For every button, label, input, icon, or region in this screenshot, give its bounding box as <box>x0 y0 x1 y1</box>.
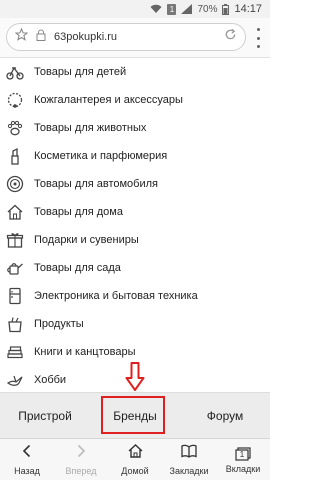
bookmarks-button[interactable]: Закладки <box>162 439 216 480</box>
forward-button[interactable]: Вперед <box>54 439 108 480</box>
home-icon <box>128 444 143 463</box>
books-icon <box>6 343 24 361</box>
battery-icon <box>222 3 230 15</box>
category-item[interactable]: Подарки и сувениры <box>0 226 270 254</box>
wheel-icon <box>6 175 24 193</box>
necklace-icon <box>6 91 24 109</box>
category-item[interactable]: Товары для автомобиля <box>0 170 270 198</box>
fridge-icon <box>6 287 24 305</box>
forward-arrow-icon <box>74 444 88 463</box>
reload-icon[interactable] <box>224 28 237 46</box>
bookmark-star-icon[interactable] <box>14 27 29 46</box>
category-item[interactable]: Кожгалантерея и аксессуары <box>0 86 270 114</box>
menu-kebab-icon[interactable] <box>252 28 264 48</box>
url-text: 63pokupki.ru <box>54 31 117 43</box>
back-arrow-icon <box>20 444 34 463</box>
category-item[interactable]: Продукты <box>0 310 270 338</box>
book-icon <box>181 444 197 463</box>
status-bar: 1 70% 14:17 <box>0 0 270 18</box>
lipstick-icon <box>6 147 24 165</box>
tabs-count: 1 <box>239 449 245 459</box>
category-item[interactable]: Косметика и парфюмерия <box>0 142 270 170</box>
tabs-icon: 1 <box>235 446 251 461</box>
address-bar[interactable]: 63pokupki.ru <box>6 23 246 51</box>
tricycle-icon <box>6 63 24 81</box>
category-item[interactable]: Товары для детей <box>0 58 270 86</box>
battery-percent: 70% <box>197 3 218 15</box>
house-icon <box>6 203 24 221</box>
home-button[interactable]: Домой <box>108 439 162 480</box>
watering-can-icon <box>6 259 24 277</box>
tab-forum[interactable]: Форум <box>180 393 270 439</box>
annotation-highlight-box <box>101 396 165 434</box>
browser-bottom-bar: Назад Вперед Домой Закладки 1 Вкладки <box>0 438 270 480</box>
category-item[interactable]: Товары для животных <box>0 114 270 142</box>
category-item[interactable]: Товары для сада <box>0 254 270 282</box>
gift-icon <box>6 231 24 249</box>
category-item[interactable]: Электроника и бытовая техника <box>0 282 270 310</box>
back-button[interactable]: Назад <box>0 439 54 480</box>
tabs-button[interactable]: 1 Вкладки <box>216 439 270 480</box>
tab-pristroy[interactable]: Пристрой <box>0 393 90 439</box>
lock-icon <box>36 28 46 46</box>
signal-icon <box>181 4 193 14</box>
grocery-bag-icon <box>6 315 24 333</box>
category-item[interactable]: Товары для дома <box>0 198 270 226</box>
bird-icon <box>6 371 24 389</box>
browser-toolbar: 63pokupki.ru <box>0 18 270 58</box>
clock: 14:17 <box>234 3 262 15</box>
screen: 1 70% 14:17 63pokupki.ru Товары для дете… <box>0 0 270 480</box>
category-list: Товары для детей Кожгалантерея и аксессу… <box>0 58 270 392</box>
wifi-icon <box>150 4 162 14</box>
annotation-arrow-icon <box>125 362 145 397</box>
paw-icon <box>6 119 24 137</box>
sim-icon: 1 <box>167 3 177 15</box>
